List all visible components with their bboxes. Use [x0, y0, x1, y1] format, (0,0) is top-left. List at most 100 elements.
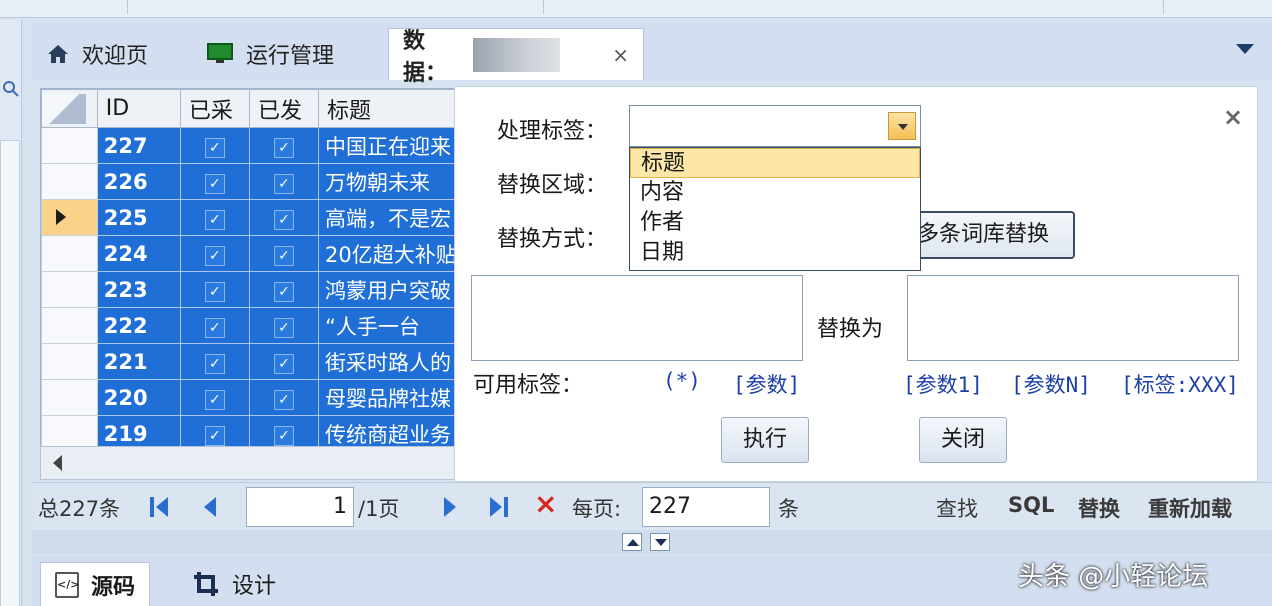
cell-collected[interactable]: ✓ — [179, 127, 250, 164]
checkbox[interactable]: ✓ — [273, 282, 294, 302]
checkbox[interactable]: ✓ — [273, 318, 294, 338]
first-page-icon[interactable] — [150, 497, 168, 517]
checkbox[interactable]: ✓ — [273, 426, 294, 446]
checkbox[interactable]: ✓ — [204, 354, 225, 374]
checkbox[interactable]: ✓ — [204, 138, 225, 158]
chevron-down-icon[interactable] — [650, 533, 670, 551]
tag-paramN-link[interactable]: [参数N] — [1011, 369, 1091, 399]
chevron-down-icon[interactable] — [1236, 44, 1254, 54]
search-icon[interactable] — [2, 80, 20, 98]
process-tag-select[interactable] — [629, 105, 921, 147]
tag-star-link[interactable]: (*) — [663, 369, 701, 393]
execute-button[interactable]: 执行 — [721, 417, 809, 463]
chevron-up-icon[interactable] — [622, 533, 642, 551]
cell-collected[interactable]: ✓ — [179, 199, 250, 236]
cell-id: 226 — [96, 163, 181, 200]
checkbox[interactable]: ✓ — [204, 246, 225, 266]
sql-link[interactable]: SQL — [1008, 493, 1054, 517]
cell-published[interactable]: ✓ — [248, 163, 320, 200]
previous-page-icon[interactable] — [204, 497, 216, 517]
row-selector[interactable] — [41, 271, 98, 308]
find-text-area[interactable] — [471, 275, 803, 361]
table-row[interactable]: 227 ✓ ✓ 中国正在迎来 — [41, 127, 459, 164]
select-all-corner[interactable] — [41, 89, 98, 128]
row-selector[interactable] — [41, 163, 98, 200]
multi-dictionary-replace-button[interactable]: 多条词库替换 — [915, 211, 1075, 259]
cell-collected[interactable]: ✓ — [179, 163, 250, 200]
table-row[interactable]: 223 ✓ ✓ 鸿蒙用户突破 — [41, 271, 459, 308]
row-selector[interactable] — [41, 235, 98, 272]
checkbox[interactable]: ✓ — [204, 426, 225, 446]
table-row[interactable]: 220 ✓ ✓ 母婴品牌社媒 — [41, 379, 459, 416]
next-page-icon[interactable] — [444, 497, 456, 517]
close-icon[interactable]: × — [1223, 103, 1243, 131]
reload-link[interactable]: 重新加载 — [1148, 493, 1232, 523]
tag-label-link[interactable]: [标签:XXX] — [1121, 369, 1239, 399]
checkbox[interactable]: ✓ — [204, 210, 225, 230]
column-header-id[interactable]: ID — [96, 89, 181, 128]
checkbox[interactable]: ✓ — [204, 174, 225, 194]
cell-collected[interactable]: ✓ — [179, 235, 250, 272]
row-selector[interactable] — [41, 127, 98, 164]
cell-collected[interactable]: ✓ — [179, 271, 250, 308]
dropdown-option[interactable]: 内容 — [630, 178, 920, 208]
checkbox[interactable]: ✓ — [273, 246, 294, 266]
table-row[interactable]: 222 ✓ ✓ “人手一台 — [41, 307, 459, 344]
table-row[interactable]: 224 ✓ ✓ 20亿超大补贴 — [41, 235, 459, 272]
tab-label: 源码 — [91, 574, 136, 600]
tag-param1-link[interactable]: [参数1] — [903, 369, 983, 399]
cell-collected[interactable]: ✓ — [179, 379, 250, 416]
tab-design[interactable]: 设计 — [178, 562, 290, 606]
find-link[interactable]: 查找 — [936, 493, 978, 523]
cell-published[interactable]: ✓ — [248, 127, 320, 164]
row-selector-current[interactable] — [41, 199, 98, 236]
tab-welcome[interactable]: 欢迎页 — [32, 28, 162, 80]
checkbox[interactable]: ✓ — [273, 174, 294, 194]
column-header-published[interactable]: 已发 — [248, 89, 320, 128]
home-icon — [48, 45, 68, 63]
page-number-input[interactable]: 1 — [246, 487, 354, 527]
table-row[interactable]: 221 ✓ ✓ 街采时路人的 — [41, 343, 459, 380]
per-page-input[interactable]: 227 — [642, 487, 770, 527]
scroll-left-arrow-icon[interactable] — [53, 455, 62, 471]
panel-splitter[interactable] — [32, 530, 1272, 554]
table-row[interactable]: 226 ✓ ✓ 万物朝未来 — [41, 163, 459, 200]
checkbox[interactable]: ✓ — [204, 390, 225, 410]
checkbox[interactable]: ✓ — [273, 138, 294, 158]
tab-source[interactable]: </> 源码 — [40, 562, 151, 606]
column-header-title[interactable]: 标题 — [318, 89, 459, 128]
replace-text-area[interactable] — [907, 275, 1239, 361]
last-page-icon[interactable] — [490, 497, 508, 517]
cell-collected[interactable]: ✓ — [179, 343, 250, 380]
cell-published[interactable]: ✓ — [248, 343, 320, 380]
cell-published[interactable]: ✓ — [248, 307, 320, 344]
column-header-collected[interactable]: 已采 — [179, 89, 250, 128]
chevron-down-icon[interactable] — [888, 112, 916, 140]
tag-param-link[interactable]: [参数] — [733, 369, 800, 399]
cell-published[interactable]: ✓ — [248, 379, 320, 416]
dropdown-option[interactable]: 标题 — [630, 148, 920, 178]
checkbox[interactable]: ✓ — [273, 354, 294, 374]
close-icon[interactable]: × — [612, 43, 629, 67]
cell-published[interactable]: ✓ — [248, 271, 320, 308]
table-row[interactable]: 225 ✓ ✓ 高端，不是宏 — [41, 199, 459, 236]
replace-link[interactable]: 替换 — [1078, 493, 1120, 523]
cell-collected[interactable]: ✓ — [179, 307, 250, 344]
dropdown-option[interactable]: 作者 — [630, 208, 920, 238]
checkbox[interactable]: ✓ — [273, 210, 294, 230]
tab-run-management[interactable]: 运行管理 — [192, 28, 348, 80]
checkbox[interactable]: ✓ — [204, 282, 225, 302]
tab-data[interactable]: 数据： × — [388, 28, 644, 86]
checkbox[interactable]: ✓ — [204, 318, 225, 338]
grid-horizontal-scrollbar[interactable] — [40, 446, 460, 480]
cell-published[interactable]: ✓ — [248, 235, 320, 272]
close-button[interactable]: 关闭 — [919, 417, 1007, 463]
checkbox[interactable]: ✓ — [273, 390, 294, 410]
delete-icon[interactable]: × — [534, 487, 557, 520]
cell-published[interactable]: ✓ — [248, 199, 320, 236]
row-selector[interactable] — [41, 379, 98, 416]
left-pane-scrollbar[interactable] — [0, 140, 20, 606]
row-selector[interactable] — [41, 307, 98, 344]
dropdown-option[interactable]: 日期 — [630, 238, 920, 268]
row-selector[interactable] — [41, 343, 98, 380]
